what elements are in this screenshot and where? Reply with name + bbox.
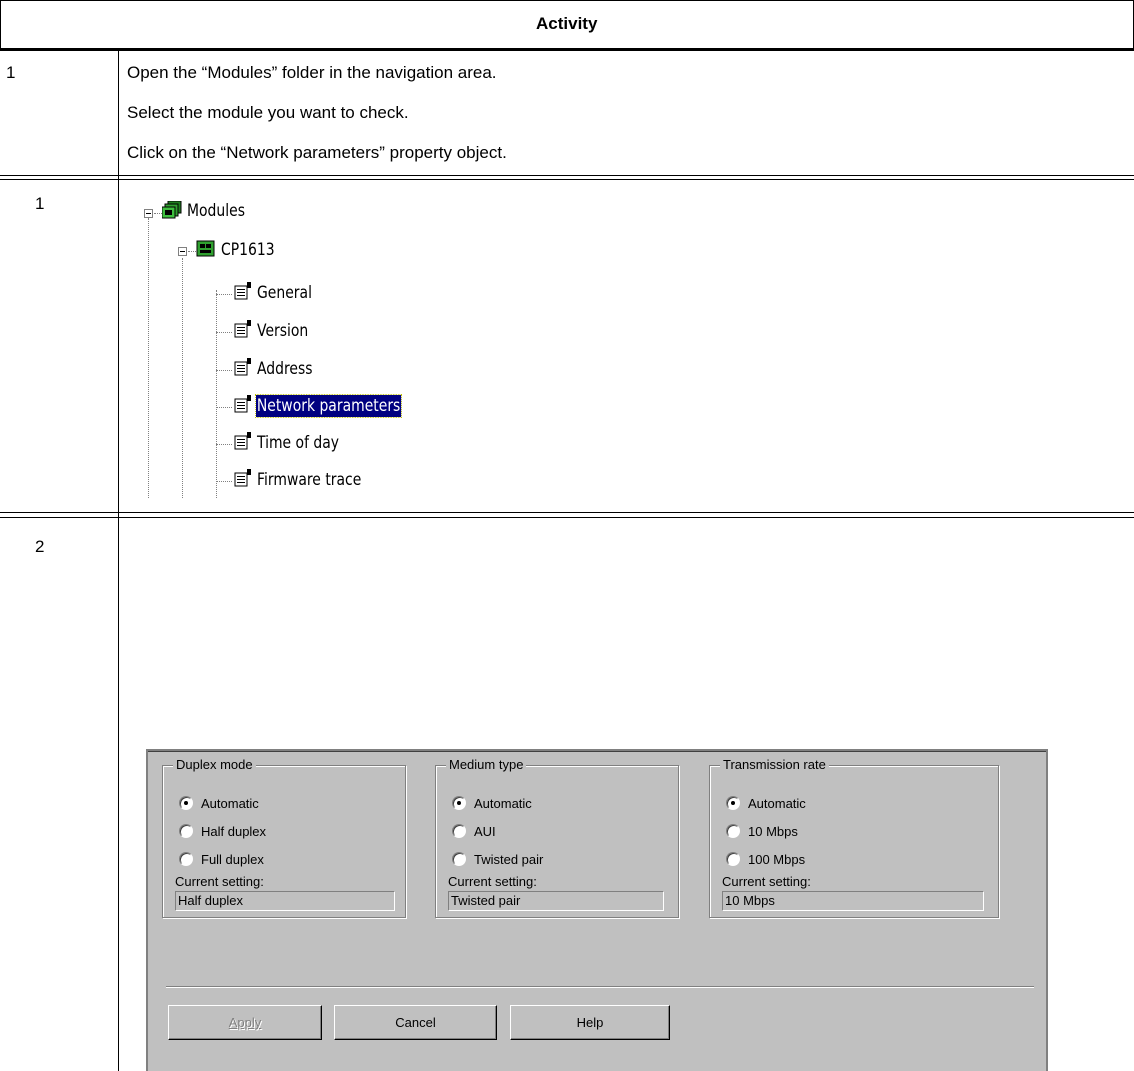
current-setting-label: Current setting: xyxy=(722,874,811,889)
radio-button[interactable] xyxy=(179,852,193,866)
tree-connector xyxy=(154,213,162,214)
tree-connector xyxy=(216,332,232,333)
current-setting-field: Half duplex xyxy=(175,891,395,911)
tree-connector xyxy=(188,251,196,252)
modules-folder-icon xyxy=(162,201,182,219)
radio-button[interactable] xyxy=(726,852,740,866)
property-sheet-icon xyxy=(234,282,251,300)
duplex-mode-group: Duplex mode Automatic Half duplex Full d… xyxy=(162,757,406,918)
radio-label: Twisted pair xyxy=(474,851,544,867)
radio-option[interactable]: Automatic xyxy=(452,794,532,812)
radio-button[interactable] xyxy=(726,796,740,810)
property-sheet-icon xyxy=(234,320,251,338)
tree-connector xyxy=(148,218,149,498)
radio-button[interactable] xyxy=(452,796,466,810)
button-separator xyxy=(166,986,1034,988)
row-1-bottom-border xyxy=(0,175,1134,176)
collapse-toggle-icon[interactable] xyxy=(178,247,187,256)
tree-connector xyxy=(216,294,232,295)
radio-button[interactable] xyxy=(452,824,466,838)
row-2-bottom-border xyxy=(0,512,1134,513)
radio-option[interactable]: Half duplex xyxy=(179,822,266,840)
property-sheet-icon xyxy=(234,432,251,450)
tree-node-modules[interactable]: Modules xyxy=(187,200,245,222)
group-title: Medium type xyxy=(446,757,527,773)
current-setting-label: Current setting: xyxy=(175,874,264,889)
tree-node-cp1613[interactable]: CP1613 xyxy=(221,239,275,261)
tree-connector xyxy=(216,407,232,408)
radio-option[interactable]: 10 Mbps xyxy=(726,822,798,840)
property-sheet-icon xyxy=(234,358,251,376)
radio-label: Automatic xyxy=(201,795,259,811)
radio-option[interactable]: Twisted pair xyxy=(452,850,543,868)
header-left-border xyxy=(0,0,1,49)
radio-option[interactable]: Full duplex xyxy=(179,850,264,868)
property-sheet-icon xyxy=(234,469,251,487)
row-2-top-border xyxy=(0,179,1134,180)
column-divider xyxy=(118,48,119,1071)
radio-button[interactable] xyxy=(179,824,193,838)
medium-type-group: Medium type Automatic AUI Twisted pair C… xyxy=(435,757,679,918)
radio-label: 100 Mbps xyxy=(748,851,806,867)
table-top-border xyxy=(0,0,1134,1)
network-parameters-dialog: Duplex mode Automatic Half duplex Full d… xyxy=(146,749,1048,1071)
module-card-icon xyxy=(196,240,215,257)
step-number: 1 xyxy=(6,63,16,82)
tree-connector xyxy=(216,370,232,371)
radio-option[interactable]: AUI xyxy=(452,822,496,840)
radio-option[interactable]: Automatic xyxy=(726,794,806,812)
radio-option[interactable]: Automatic xyxy=(179,794,259,812)
tree-node-firmware-trace[interactable]: Firmware trace xyxy=(257,469,361,491)
radio-label: Automatic xyxy=(474,795,532,811)
apply-button-label: Apply xyxy=(228,1015,262,1030)
cancel-button[interactable]: Cancel xyxy=(334,1005,497,1040)
radio-button[interactable] xyxy=(452,852,466,866)
tree-node-time-of-day[interactable]: Time of day xyxy=(257,432,339,454)
collapse-toggle-icon[interactable] xyxy=(144,209,153,218)
property-sheet-icon xyxy=(234,395,251,413)
transmission-rate-group: Transmission rate Automatic 10 Mbps 100 … xyxy=(709,757,999,918)
step-number: 1 xyxy=(35,194,45,213)
current-setting-field: Twisted pair xyxy=(448,891,664,911)
apply-button[interactable]: Apply xyxy=(168,1005,322,1040)
radio-label: Automatic xyxy=(748,795,806,811)
tree-node-address[interactable]: Address xyxy=(257,358,313,380)
current-setting-label: Current setting: xyxy=(448,874,537,889)
radio-button[interactable] xyxy=(179,796,193,810)
radio-label: Half duplex xyxy=(201,823,267,839)
tree-node-network-parameters[interactable]: Network parameters xyxy=(255,394,402,418)
radio-button[interactable] xyxy=(726,824,740,838)
radio-label: Full duplex xyxy=(201,851,264,867)
instruction-line-1: Open the “Modules” folder in the navigat… xyxy=(127,63,497,82)
radio-option[interactable]: 100 Mbps xyxy=(726,850,805,868)
row-3-top-border xyxy=(0,517,1134,518)
help-button-label: Help xyxy=(576,1015,604,1030)
radio-label: AUI xyxy=(474,823,496,839)
tree-node-version[interactable]: Version xyxy=(257,320,308,342)
current-setting-field: 10 Mbps xyxy=(722,891,984,911)
help-button[interactable]: Help xyxy=(510,1005,670,1040)
tree-connector xyxy=(216,290,217,498)
radio-label: 10 Mbps xyxy=(748,823,798,839)
tree-connector xyxy=(216,481,232,482)
group-title: Transmission rate xyxy=(720,757,829,773)
instruction-line-2: Select the module you want to check. xyxy=(127,103,409,122)
instruction-line-3: Click on the “Network parameters” proper… xyxy=(127,143,507,162)
table-header-activity: Activity xyxy=(536,14,598,33)
header-separator xyxy=(0,48,1134,51)
tree-node-general[interactable]: General xyxy=(257,282,312,304)
tree-connector xyxy=(216,444,232,445)
step-number: 2 xyxy=(35,537,45,556)
cancel-button-label: Cancel xyxy=(395,1015,436,1030)
group-title: Duplex mode xyxy=(173,757,256,773)
tree-connector xyxy=(182,258,183,498)
